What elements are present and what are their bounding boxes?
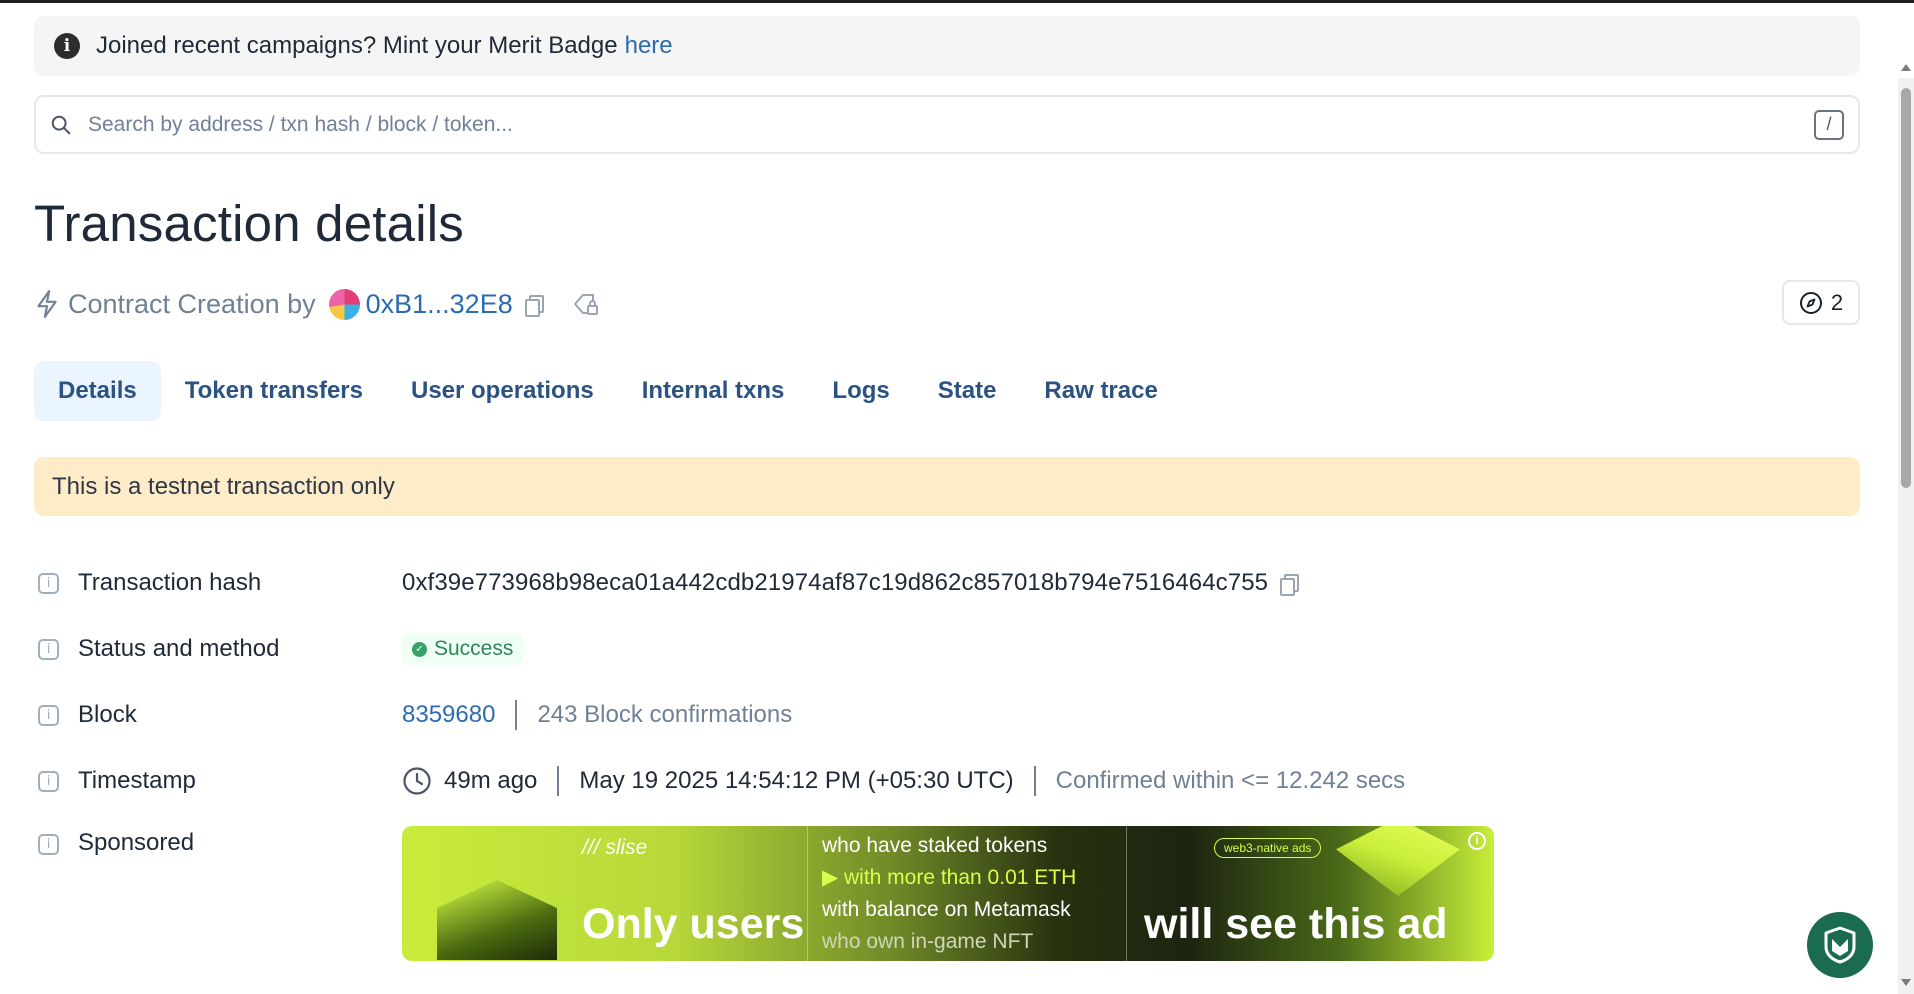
row-label: Sponsored: [78, 829, 195, 856]
shield-widget-button[interactable]: [1807, 912, 1873, 978]
page-scrollbar[interactable]: [1898, 64, 1914, 994]
row-status: i Status and method ✓ Success: [34, 616, 1860, 682]
banner-text: Joined recent campaigns? Mint your Merit…: [96, 32, 618, 59]
tab-user-operations[interactable]: User operations: [387, 361, 618, 421]
interpretation-button[interactable]: 2: [1782, 280, 1860, 325]
copy-icon[interactable]: [524, 294, 544, 317]
timestamp-ago: 49m ago: [444, 767, 538, 794]
search-bar[interactable]: Search by address / txn hash / block / t…: [34, 95, 1860, 154]
page-title: Transaction details: [34, 195, 464, 252]
search-shortcut-key: /: [1814, 109, 1844, 140]
scroll-down-arrow[interactable]: [1901, 979, 1911, 986]
row-value: 0xf39e773968b98eca01a442cdb21974af87c19d…: [402, 569, 1300, 597]
ad-info-icon[interactable]: i: [1468, 832, 1486, 850]
row-timestamp: i Timestamp 49m ago May 19 2025 14:54:12…: [34, 748, 1860, 814]
testnet-notice: This is a testnet transaction only: [34, 457, 1860, 516]
creator-address-link[interactable]: 0xB1...32E8: [366, 289, 513, 320]
tab-token-transfers[interactable]: Token transfers: [161, 361, 387, 421]
scrollbar-thumb[interactable]: [1901, 88, 1911, 488]
row-value: ✓ Success: [402, 633, 524, 665]
confirmation-duration: Confirmed within <= 12.242 secs: [1055, 767, 1406, 794]
hint-icon[interactable]: i: [38, 770, 59, 792]
transaction-hash-value: 0xf39e773968b98eca01a442cdb21974af87c19d…: [402, 569, 1269, 596]
hint-icon[interactable]: i: [38, 834, 59, 855]
creation-label: Contract Creation by: [68, 288, 316, 319]
block-confirmations: 243 Block confirmations: [537, 701, 793, 728]
ad-pill: web3-native ads: [1214, 838, 1322, 858]
ad-line: with balance on Metamask: [822, 898, 1071, 921]
interpretation-count: 2: [1830, 289, 1844, 315]
address-avatar: [328, 288, 360, 320]
copy-icon[interactable]: [1280, 573, 1300, 596]
row-block: i Block 8359680 243 Block confirmations: [34, 682, 1860, 748]
tab-bar: Details Token transfers User operations …: [34, 361, 1860, 421]
shield-icon: [1824, 926, 1856, 964]
tab-internal-txns[interactable]: Internal txns: [618, 361, 809, 421]
ad-line: who own in-game NFT: [822, 930, 1034, 953]
clock-icon: [403, 767, 431, 795]
info-icon: i: [54, 33, 80, 59]
hint-icon[interactable]: i: [38, 704, 59, 726]
divider: [1033, 766, 1036, 796]
timestamp-datetime: May 19 2025 14:54:12 PM (+05:30 UTC): [579, 767, 1014, 794]
row-label: Block: [78, 701, 137, 728]
status-text: Success: [434, 637, 514, 660]
contract-creation-row: Contract Creation by 0xB1...32E8 2: [34, 280, 1860, 328]
row-sponsored: i Sponsored /// slise Only users who hav…: [34, 814, 1860, 964]
ad-headline-right: will see this ad: [1144, 900, 1448, 948]
tab-raw-trace[interactable]: Raw trace: [1020, 361, 1181, 421]
ad-headline-left: Only users: [582, 900, 805, 948]
banner-link[interactable]: here: [625, 32, 673, 60]
ad-brand-logo: /// slise: [582, 836, 648, 859]
details-list: i Transaction hash 0xf39e773968b98eca01a…: [34, 550, 1860, 964]
top-border: [0, 0, 1914, 3]
ad-line-highlight: ▶ with more than 0.01 ETH: [822, 866, 1077, 889]
row-label: Status and method: [78, 635, 280, 662]
ad-line-text: with more than 0.01 ETH: [843, 866, 1077, 889]
ad-line: who have staked tokens: [822, 834, 1048, 857]
status-badge: ✓ Success: [402, 633, 524, 665]
row-transaction-hash: i Transaction hash 0xf39e773968b98eca01a…: [34, 550, 1860, 616]
row-label: Transaction hash: [78, 569, 262, 596]
hint-icon[interactable]: i: [38, 572, 59, 594]
search-input[interactable]: Search by address / txn hash / block / t…: [88, 113, 1814, 137]
ad-cube-graphic: [1336, 826, 1460, 896]
ad-brand-text: slise: [605, 836, 648, 859]
lightning-icon: [37, 290, 57, 318]
ad-targeting-lines: who have staked tokens ▶ with more than …: [822, 830, 1076, 958]
row-value: 8359680 243 Block confirmations: [402, 700, 792, 730]
row-value: 49m ago May 19 2025 14:54:12 PM (+05:30 …: [402, 766, 1405, 796]
compass-icon: [1799, 291, 1822, 314]
sponsored-ad-banner[interactable]: /// slise Only users who have staked tok…: [402, 826, 1494, 961]
tab-logs[interactable]: Logs: [808, 361, 913, 421]
ad-divider: [807, 826, 808, 961]
scroll-up-arrow[interactable]: [1901, 64, 1911, 71]
check-icon: ✓: [412, 641, 427, 657]
divider: [557, 766, 560, 796]
main-content: i Joined recent campaigns? Mint your Mer…: [34, 16, 1860, 964]
block-number-link[interactable]: 8359680: [402, 701, 495, 729]
ad-cube-graphic: [437, 880, 557, 960]
private-tag-icon[interactable]: [571, 289, 601, 319]
tab-state[interactable]: State: [914, 361, 1021, 421]
row-label: Timestamp: [78, 767, 196, 794]
merit-badge-banner: i Joined recent campaigns? Mint your Mer…: [34, 16, 1860, 76]
ad-divider: [1126, 826, 1127, 961]
tab-details[interactable]: Details: [34, 361, 161, 421]
hint-icon[interactable]: i: [38, 638, 59, 660]
search-icon: [51, 115, 71, 134]
divider: [515, 700, 518, 730]
